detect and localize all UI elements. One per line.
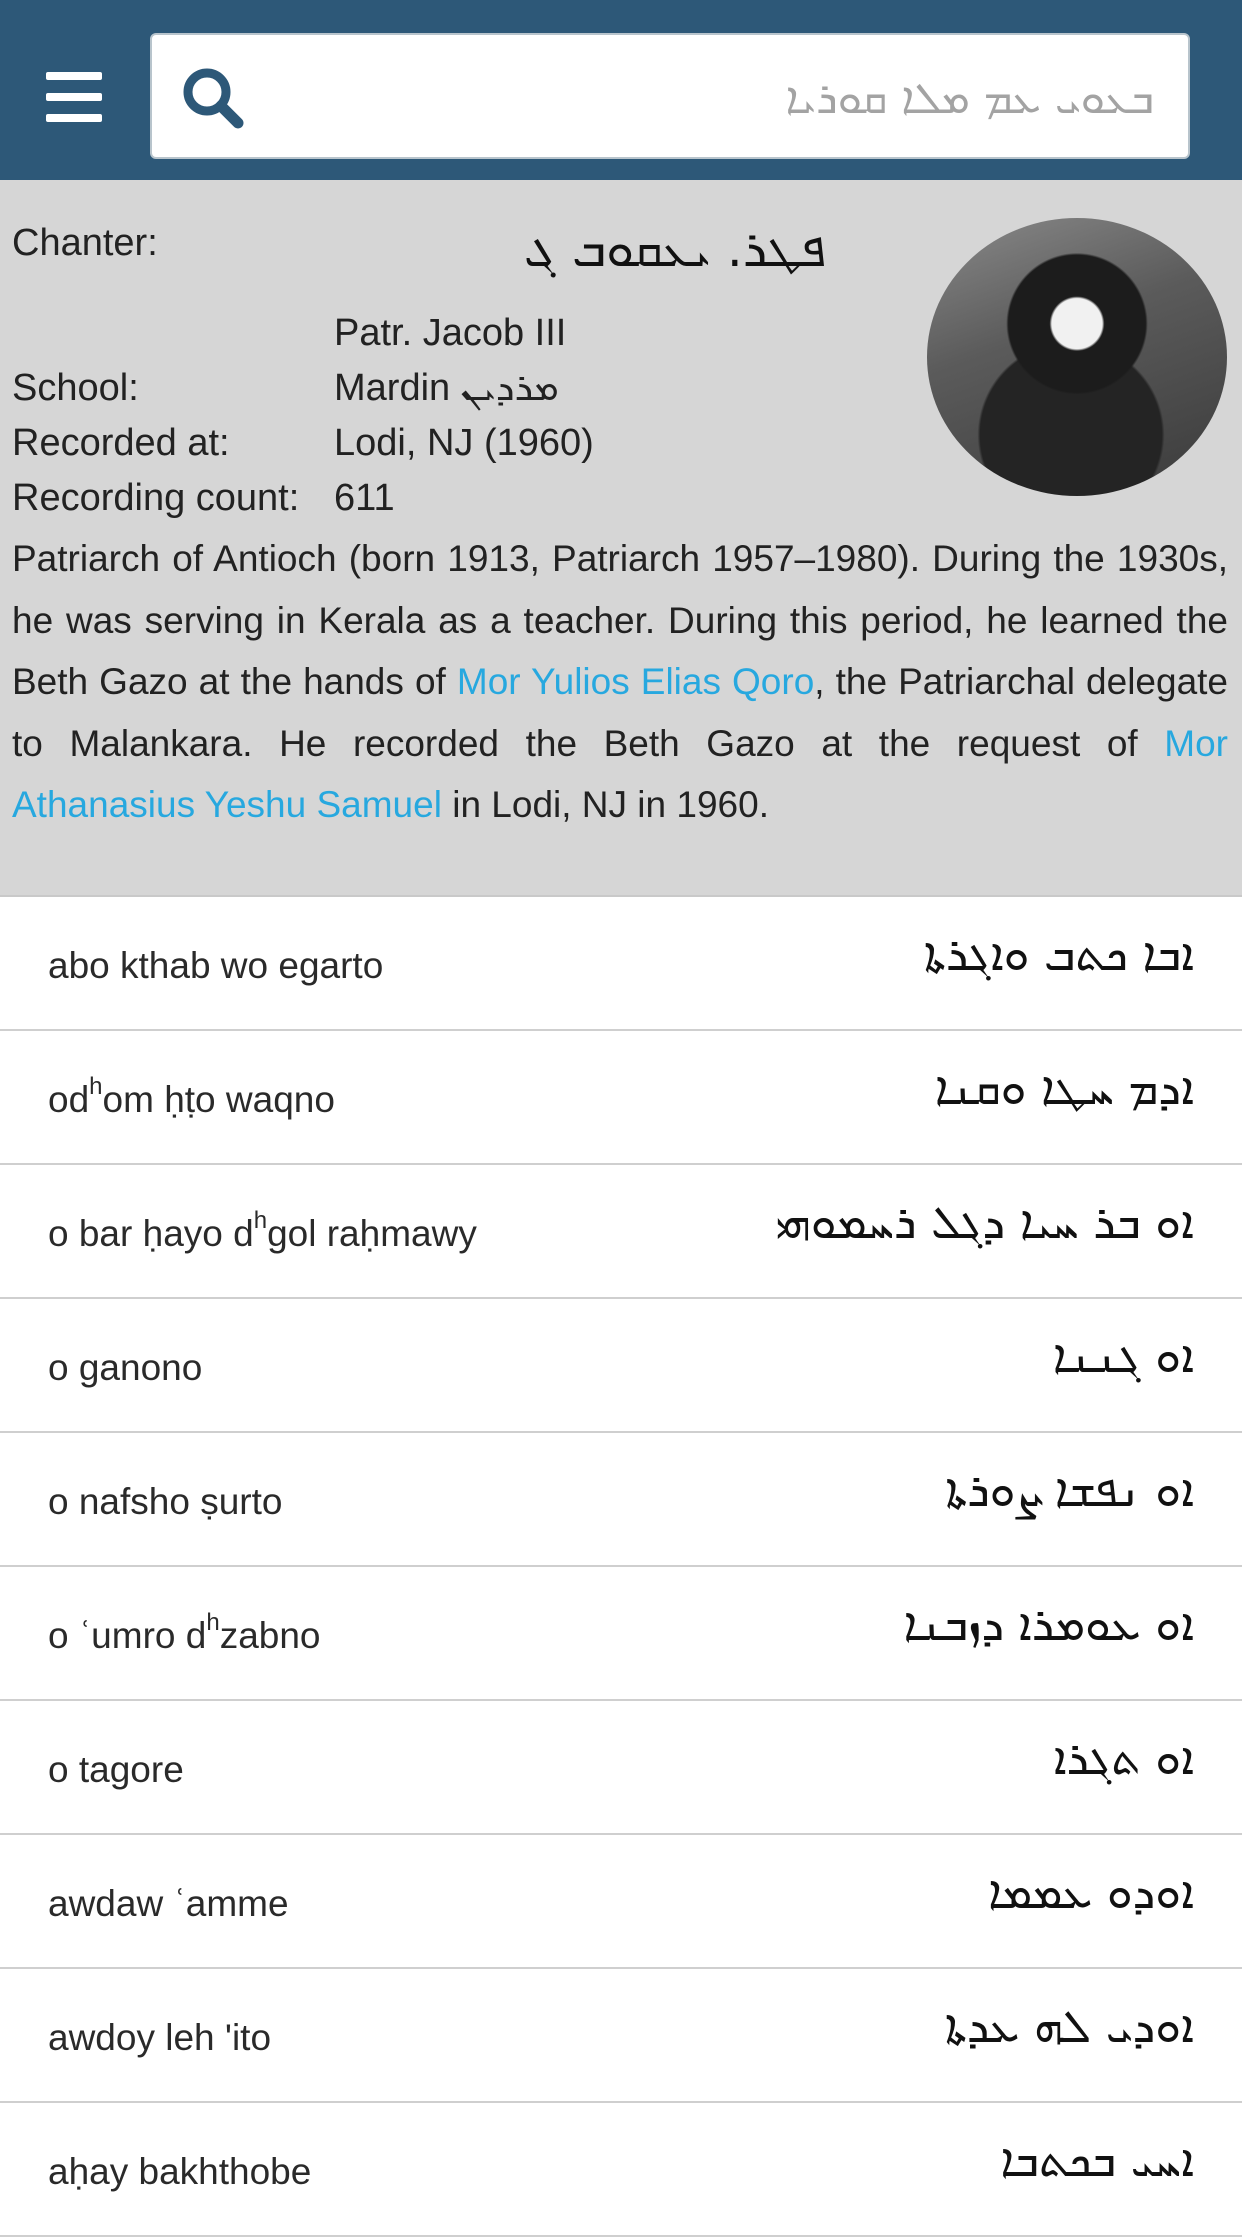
tune-syriac-title: ܐܕܡ ܚܛܐ ܘܩܢܐ <box>934 1061 1194 1115</box>
list-item[interactable]: aḥay bakhthobe ܐܚܝ ܒܟܬܒܐ <box>0 2103 1242 2237</box>
menu-icon[interactable] <box>46 72 102 122</box>
tune-title: awdoy leh 'ito <box>48 2017 271 2059</box>
top-bar <box>0 0 1242 180</box>
tune-syriac-title: ܐܘ ܬܓܪܐ <box>1053 1731 1194 1785</box>
chanter-panel: Chanter: ܦܛܪ. ܝܥܩܘܒ ܓ Patr. Jacob III Sc… <box>0 180 1242 895</box>
tune-title-superscript: h <box>253 1207 268 1234</box>
tune-title-text: o nafsho ṣurto <box>48 1481 283 1522</box>
tune-title-text: o tagore <box>48 1749 184 1790</box>
tune-title: o ganono <box>48 1347 202 1389</box>
bio-text: in Lodi, NJ in 1960. <box>441 784 769 825</box>
chanter-label: Chanter: <box>12 222 158 264</box>
tune-list: abo kthab wo egarto ܐܒܐ ܟܬܒ ܘܐܓܪܬܐ odhom ḥ… <box>0 895 1242 2237</box>
tune-title-text: o bar ḥayo d <box>48 1213 254 1254</box>
tune-title-text: awdaw ʿamme <box>48 1883 289 1924</box>
recorded-value: Lodi, NJ (1960) <box>334 422 594 464</box>
list-item[interactable]: awdoy leh 'ito ܐܘܕܝ ܠܗ ܥܕܬܐ <box>0 1969 1242 2103</box>
recording-count-label: Recording count: <box>12 477 300 519</box>
list-item[interactable]: o tagore ܐܘ ܬܓܪܐ <box>0 1701 1242 1835</box>
tune-title-text: awdoy leh 'ito <box>48 2017 272 2058</box>
tune-title-text: om ḥṭo waqno <box>102 1079 335 1120</box>
tune-title: o tagore <box>48 1749 184 1791</box>
list-item[interactable]: o ganono ܐܘ ܓܢܢܐ <box>0 1299 1242 1433</box>
tune-title: abo kthab wo egarto <box>48 945 383 987</box>
tune-title: odhom ḥṭo waqno <box>48 1073 335 1121</box>
tune-syriac-title: ܐܘ ܒܪ ܚܝܐ ܕܓܠ ܪܚܡܘܗܝ <box>775 1195 1194 1249</box>
list-item[interactable]: o bar ḥayo dhgol raḥmawy ܐܘ ܒܪ ܚܝܐ ܕܓܠ ܪܚ… <box>0 1165 1242 1299</box>
tune-title-superscript: h <box>206 1609 220 1636</box>
list-item[interactable]: o ʿumro dhzabno ܐܘ ܥܘܡܪܐ ܕܙܒܢܐ <box>0 1567 1242 1701</box>
tune-title-text: o ganono <box>48 1347 203 1388</box>
search-box[interactable] <box>150 33 1190 159</box>
school-value: Mardin ܡܪܕܝܢ <box>334 367 559 409</box>
tune-title: o ʿumro dhzabno <box>48 1609 321 1657</box>
tune-title: awdaw ʿamme <box>48 1883 289 1925</box>
chanter-syriac-name: ܦܛܪ. ܝܥܩܘܒ ܓ <box>524 220 826 278</box>
tune-title-superscript: h <box>89 1073 103 1100</box>
recorded-label: Recorded at: <box>12 422 230 464</box>
list-item[interactable]: awdaw ʿamme ܐܘܕܘ ܥܡܡܐ <box>0 1835 1242 1969</box>
tune-syriac-title: ܐܒܐ ܟܬܒ ܘܐܓܪܬܐ <box>923 927 1194 981</box>
tune-syriac-title: ܐܘ ܢܦܫܐ ܨܘܪܬܐ <box>945 1463 1194 1517</box>
list-item[interactable]: abo kthab wo egarto ܐܒܐ ܟܬܒ ܘܐܓܪܬܐ <box>0 897 1242 1031</box>
search-icon <box>183 68 244 129</box>
tune-syriac-title: ܐܘܕܘ ܥܡܡܐ <box>988 1865 1194 1919</box>
chanter-photo <box>927 218 1227 496</box>
link-yulios-elias-qoro[interactable]: Mor Yulios Elias Qoro <box>457 661 814 702</box>
chanter-bio: Patriarch of Antioch (born 1913, Patriar… <box>12 528 1228 836</box>
tune-title-text: gol raḥmawy <box>267 1213 477 1254</box>
tune-title-text: aḥay bakhthobe <box>48 2151 312 2192</box>
tune-title: aḥay bakhthobe <box>48 2151 311 2193</box>
chanter-name: Patr. Jacob III <box>334 312 567 354</box>
tune-syriac-title: ܐܘ ܓܢܢܐ <box>1052 1329 1194 1383</box>
tune-syriac-title: ܐܚܝ ܒܟܬܒܐ <box>1000 2133 1194 2187</box>
tune-title: o nafsho ṣurto <box>48 1481 282 1523</box>
tune-title-text: abo kthab wo egarto <box>48 945 384 986</box>
list-item[interactable]: o nafsho ṣurto ܐܘ ܢܦܫܐ ܨܘܪܬܐ <box>0 1433 1242 1567</box>
tune-syriac-title: ܐܘ ܥܘܡܪܐ ܕܙܒܢܐ <box>903 1597 1194 1651</box>
tune-title: o bar ḥayo dhgol raḥmawy <box>48 1207 477 1255</box>
list-item[interactable]: odhom ḥṭo waqno ܐܕܡ ܚܛܐ ܘܩܢܐ <box>0 1031 1242 1165</box>
recording-count-value: 611 <box>334 477 395 519</box>
tune-title-text: od <box>48 1079 90 1120</box>
school-label: School: <box>12 367 139 409</box>
search-input[interactable] <box>262 55 1156 141</box>
tune-syriac-title: ܐܘܕܝ ܠܗ ܥܕܬܐ <box>944 1999 1194 2053</box>
tune-title-text: zabno <box>219 1615 321 1656</box>
tune-title-text: o ʿumro d <box>48 1615 207 1656</box>
